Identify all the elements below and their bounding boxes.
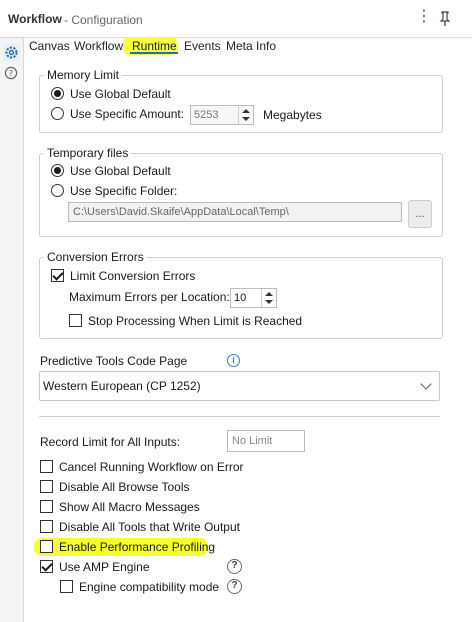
gear-icon bbox=[5, 46, 18, 59]
conversion-errors-legend: Conversion Errors bbox=[44, 250, 147, 264]
memory-specific-amount-label[interactable]: Use Specific Amount: bbox=[70, 107, 184, 121]
tab-workflow[interactable]: Workflow bbox=[74, 39, 123, 53]
temp-specific-folder-radio[interactable] bbox=[51, 184, 64, 197]
memory-amount-value: 5253 bbox=[194, 109, 219, 121]
help-tab-button[interactable]: ? bbox=[4, 66, 18, 80]
limit-conversion-errors-label[interactable]: Limit Conversion Errors bbox=[70, 269, 195, 283]
engine-compat-checkbox[interactable] bbox=[60, 580, 73, 593]
stepper-arrows[interactable] bbox=[238, 106, 253, 124]
code-page-selected-value: Western European (CP 1252) bbox=[43, 379, 201, 393]
arrow-down-icon[interactable] bbox=[242, 117, 250, 121]
info-icon[interactable]: i bbox=[227, 354, 240, 367]
stop-processing-checkbox[interactable] bbox=[69, 314, 82, 327]
memory-unit-label: Megabytes bbox=[263, 108, 322, 122]
code-page-dropdown[interactable]: Western European (CP 1252) bbox=[39, 371, 440, 401]
window-title: Workflow bbox=[8, 12, 62, 26]
arrow-down-icon[interactable] bbox=[265, 300, 273, 304]
memory-global-default-radio[interactable] bbox=[51, 87, 64, 100]
more-options-icon[interactable]: ⋮ bbox=[416, 9, 432, 25]
record-limit-label: Record Limit for All Inputs: bbox=[40, 435, 181, 449]
left-toolbar bbox=[0, 38, 24, 622]
show-macro-messages-label[interactable]: Show All Macro Messages bbox=[59, 500, 200, 514]
tab-meta-info[interactable]: Meta Info bbox=[226, 39, 276, 53]
max-errors-stepper[interactable]: 10 bbox=[230, 288, 277, 308]
amp-help-icon[interactable]: ? bbox=[227, 559, 242, 574]
max-errors-value: 10 bbox=[234, 292, 247, 304]
use-amp-engine-label[interactable]: Use AMP Engine bbox=[59, 560, 150, 574]
disable-browse-tools-label[interactable]: Disable All Browse Tools bbox=[59, 480, 190, 494]
temp-folder-path-field[interactable]: C:\Users\David.Skaife\AppData\Local\Temp… bbox=[68, 202, 402, 222]
tab-canvas[interactable]: Canvas bbox=[29, 39, 70, 53]
performance-profiling-checkbox[interactable] bbox=[40, 540, 53, 553]
svg-text:?: ? bbox=[9, 69, 13, 78]
code-page-label: Predictive Tools Code Page bbox=[40, 354, 188, 368]
performance-profiling-label[interactable]: Enable Performance Profiling bbox=[59, 540, 215, 554]
memory-amount-stepper[interactable]: 5253 bbox=[190, 105, 254, 125]
show-macro-messages-checkbox[interactable] bbox=[40, 500, 53, 513]
tab-events[interactable]: Events bbox=[184, 39, 221, 53]
window-subtitle: - Configuration bbox=[64, 13, 143, 27]
tab-runtime[interactable]: Runtime bbox=[132, 39, 177, 53]
chevron-down-icon[interactable] bbox=[420, 378, 432, 390]
browse-folder-button[interactable]: ... bbox=[408, 200, 432, 228]
pin-icon[interactable] bbox=[438, 11, 452, 27]
active-tab-indicator bbox=[130, 52, 178, 54]
temp-global-default-radio[interactable] bbox=[51, 164, 64, 177]
arrow-up-icon[interactable] bbox=[242, 109, 250, 113]
record-limit-input[interactable]: No Limit bbox=[227, 430, 305, 452]
limit-conversion-errors-checkbox[interactable] bbox=[51, 269, 64, 282]
cancel-on-error-checkbox[interactable] bbox=[40, 460, 53, 473]
disable-browse-tools-checkbox[interactable] bbox=[40, 480, 53, 493]
disable-output-tools-label[interactable]: Disable All Tools that Write Output bbox=[59, 520, 240, 534]
record-limit-placeholder: No Limit bbox=[232, 435, 273, 447]
cancel-on-error-label[interactable]: Cancel Running Workflow on Error bbox=[59, 460, 244, 474]
disable-output-tools-checkbox[interactable] bbox=[40, 520, 53, 533]
memory-global-default-label[interactable]: Use Global Default bbox=[70, 87, 171, 101]
help-circle-icon: ? bbox=[4, 66, 18, 80]
arrow-up-icon[interactable] bbox=[265, 292, 273, 296]
temporary-files-legend: Temporary files bbox=[44, 146, 132, 160]
compat-help-icon[interactable]: ? bbox=[227, 579, 242, 594]
stop-processing-label[interactable]: Stop Processing When Limit is Reached bbox=[88, 314, 302, 328]
memory-specific-amount-radio[interactable] bbox=[51, 107, 64, 120]
use-amp-engine-checkbox[interactable] bbox=[40, 560, 53, 573]
configuration-tab-button[interactable] bbox=[3, 44, 20, 61]
temp-specific-folder-label[interactable]: Use Specific Folder: bbox=[70, 184, 177, 198]
max-errors-label: Maximum Errors per Location: bbox=[69, 290, 230, 304]
temp-global-default-label[interactable]: Use Global Default bbox=[70, 164, 171, 178]
temp-folder-path-value: C:\Users\David.Skaife\AppData\Local\Temp… bbox=[73, 206, 289, 218]
memory-limit-legend: Memory Limit bbox=[44, 68, 123, 82]
section-divider bbox=[39, 416, 440, 417]
engine-compat-label[interactable]: Engine compatibility mode bbox=[79, 580, 219, 594]
stepper-arrows[interactable] bbox=[261, 289, 276, 307]
